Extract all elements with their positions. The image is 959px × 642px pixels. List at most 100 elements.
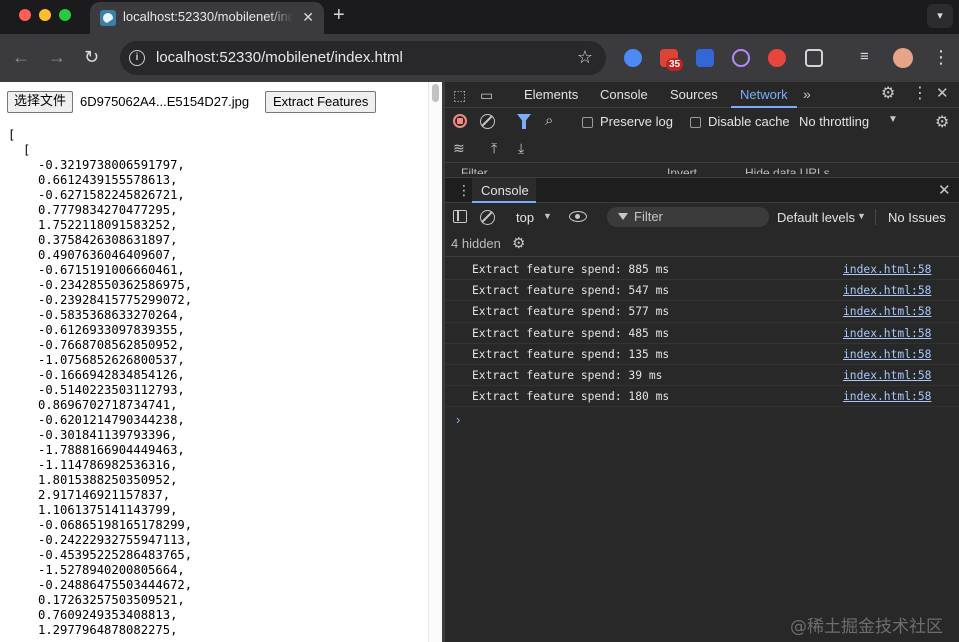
close-window-button[interactable] [19, 9, 31, 21]
feature-value: -0.5140223503112793, [38, 383, 185, 397]
record-icon[interactable] [453, 114, 467, 128]
feature-value: -0.5835368633270264, [38, 308, 185, 322]
tab-sources[interactable]: Sources [670, 87, 718, 102]
minimize-window-button[interactable] [39, 9, 51, 21]
console-log-row: Extract feature spend: 135 ms index.html:… [445, 344, 959, 365]
bookmark-star-icon[interactable]: ☆ [577, 47, 593, 68]
feature-value: -0.06865198165178299, [38, 518, 193, 532]
choose-file-button[interactable]: 选择文件 [7, 91, 74, 113]
log-source-link[interactable]: index.html:58 [843, 369, 931, 382]
favicon-icon [100, 10, 116, 26]
network-filter-label[interactable]: Filter [461, 166, 488, 174]
feature-value: -1.7888166904449463, [38, 443, 185, 457]
console-log-row: Extract feature spend: 547 ms index.html:… [445, 280, 959, 302]
tab-elements[interactable]: Elements [524, 87, 578, 102]
extract-features-button[interactable]: Extract Features [265, 91, 377, 113]
preserve-log-checkbox[interactable] [582, 117, 593, 128]
feature-value: 2.917146921157837, [38, 488, 171, 502]
inspect-element-icon[interactable]: ⬚ [453, 87, 466, 103]
close-drawer-icon[interactable]: ✕ [938, 181, 951, 199]
network-conditions-icon[interactable]: ≋ [453, 140, 465, 157]
feature-value: -0.7668708562850952, [38, 338, 185, 352]
tab-search-button[interactable]: ▾ [927, 4, 953, 28]
feature-value: -0.24222932755947113, [38, 533, 193, 547]
more-tabs-icon[interactable]: » [803, 86, 811, 102]
log-message: Extract feature spend: 885 ms [472, 263, 670, 276]
feature-value: 0.7609249353408813, [38, 608, 178, 622]
log-source-link[interactable]: index.html:58 [843, 263, 931, 276]
network-settings-icon[interactable]: ⚙ [935, 112, 949, 132]
maximize-window-button[interactable] [59, 9, 71, 21]
network-toolbar-secondary: ≋ ⤒ ⤓ [445, 135, 959, 163]
context-select[interactable]: top [516, 210, 534, 225]
address-bar[interactable]: i localhost:52330/mobilenet/index.html ☆ [120, 41, 606, 75]
hidden-count: 4 hidden [451, 236, 501, 251]
page-scrollbar[interactable] [428, 82, 442, 642]
devtools-panel: ⬚ ▭ Elements Console Sources Network » ⚙… [445, 82, 959, 642]
settings-gear-icon[interactable]: ⚙ [881, 86, 895, 102]
log-source-link[interactable]: index.html:58 [843, 327, 931, 340]
devtools-menu-icon[interactable]: ⋮ [912, 86, 928, 102]
url-text[interactable]: localhost:52330/mobilenet/index.html [156, 49, 403, 66]
filter-placeholder: Filter [634, 209, 663, 224]
tab-network[interactable]: Network [740, 87, 788, 102]
site-info-icon[interactable]: i [129, 50, 145, 66]
extension-icon[interactable] [624, 49, 642, 67]
feature-value: -0.6271582245826721, [38, 188, 185, 202]
network-toolbar: ⌕ Preserve log Disable cache No throttli… [445, 109, 959, 135]
extension-icon[interactable] [732, 49, 750, 67]
console-sidebar-icon[interactable] [453, 210, 467, 223]
feature-value: -0.23428550362586975, [38, 278, 193, 292]
tab-strip: localhost:52330/mobilenet/index.html ✕ +… [0, 0, 959, 34]
log-source-link[interactable]: index.html:58 [843, 284, 931, 297]
new-tab-button[interactable]: + [333, 5, 345, 25]
extensions-puzzle-icon[interactable] [805, 49, 823, 67]
drawer-tab-console[interactable]: Console [472, 178, 536, 203]
toolbar-divider [875, 209, 876, 225]
log-source-link[interactable]: index.html:58 [843, 348, 931, 361]
scrollbar-thumb[interactable] [432, 84, 439, 102]
filter-icon[interactable] [517, 114, 531, 129]
drawer-menu-icon[interactable]: ⋮ [457, 182, 471, 199]
back-button[interactable]: ← [12, 46, 30, 68]
log-source-link[interactable]: index.html:58 [843, 305, 931, 318]
clear-icon[interactable] [480, 114, 495, 129]
console-log-row: Extract feature spend: 180 ms index.html:… [445, 386, 959, 408]
chevron-down-icon: ▼ [543, 211, 552, 221]
throttling-select[interactable]: No throttling [799, 114, 869, 129]
network-filter-row: Filter Invert Hide data URLs [445, 164, 959, 174]
console-settings-icon[interactable]: ⚙ [512, 234, 525, 252]
feature-value: 1.1061375141143799, [38, 503, 178, 517]
live-expression-eye-icon[interactable] [569, 211, 587, 222]
export-har-icon[interactable]: ⤓ [518, 140, 524, 157]
console-messages: Extract feature spend: 885 ms index.html:… [445, 259, 959, 408]
invert-label[interactable]: Invert [667, 166, 697, 174]
device-toolbar-icon[interactable]: ▭ [480, 87, 493, 103]
hide-data-urls-label[interactable]: Hide data URLs [745, 166, 830, 174]
close-devtools-icon[interactable]: ✕ [936, 86, 949, 102]
close-tab-icon[interactable]: ✕ [302, 9, 314, 25]
import-har-icon[interactable]: ⤒ [491, 140, 497, 157]
chevron-down-icon: ▼ [857, 211, 866, 221]
media-control-icon[interactable]: ≡ [860, 48, 878, 66]
log-source-link[interactable]: index.html:58 [843, 390, 931, 403]
reload-button[interactable]: ↻ [84, 46, 99, 68]
translate-extension-icon[interactable] [696, 49, 714, 67]
search-icon[interactable]: ⌕ [545, 112, 553, 129]
disable-cache-checkbox[interactable] [690, 117, 701, 128]
issues-button[interactable]: No Issues [888, 210, 946, 225]
console-filter-input[interactable]: Filter [607, 207, 769, 227]
profile-avatar[interactable] [893, 48, 913, 68]
browser-tab[interactable]: localhost:52330/mobilenet/index.html ✕ [90, 2, 324, 34]
log-levels-select[interactable]: Default levels [777, 210, 855, 225]
forward-button[interactable]: → [48, 46, 66, 68]
console-prompt-chevron-icon[interactable]: › [456, 412, 460, 427]
filter-icon [618, 213, 628, 220]
feature-value: -1.114786982536316, [38, 458, 178, 472]
feature-value: -1.5278940200805664, [38, 563, 185, 577]
watermark: @稀土掘金技术社区 [790, 617, 943, 637]
extension-icon[interactable] [768, 49, 786, 67]
tab-console[interactable]: Console [600, 87, 648, 102]
browser-menu-icon[interactable]: ⋮ [932, 46, 950, 68]
clear-console-icon[interactable] [480, 210, 495, 225]
